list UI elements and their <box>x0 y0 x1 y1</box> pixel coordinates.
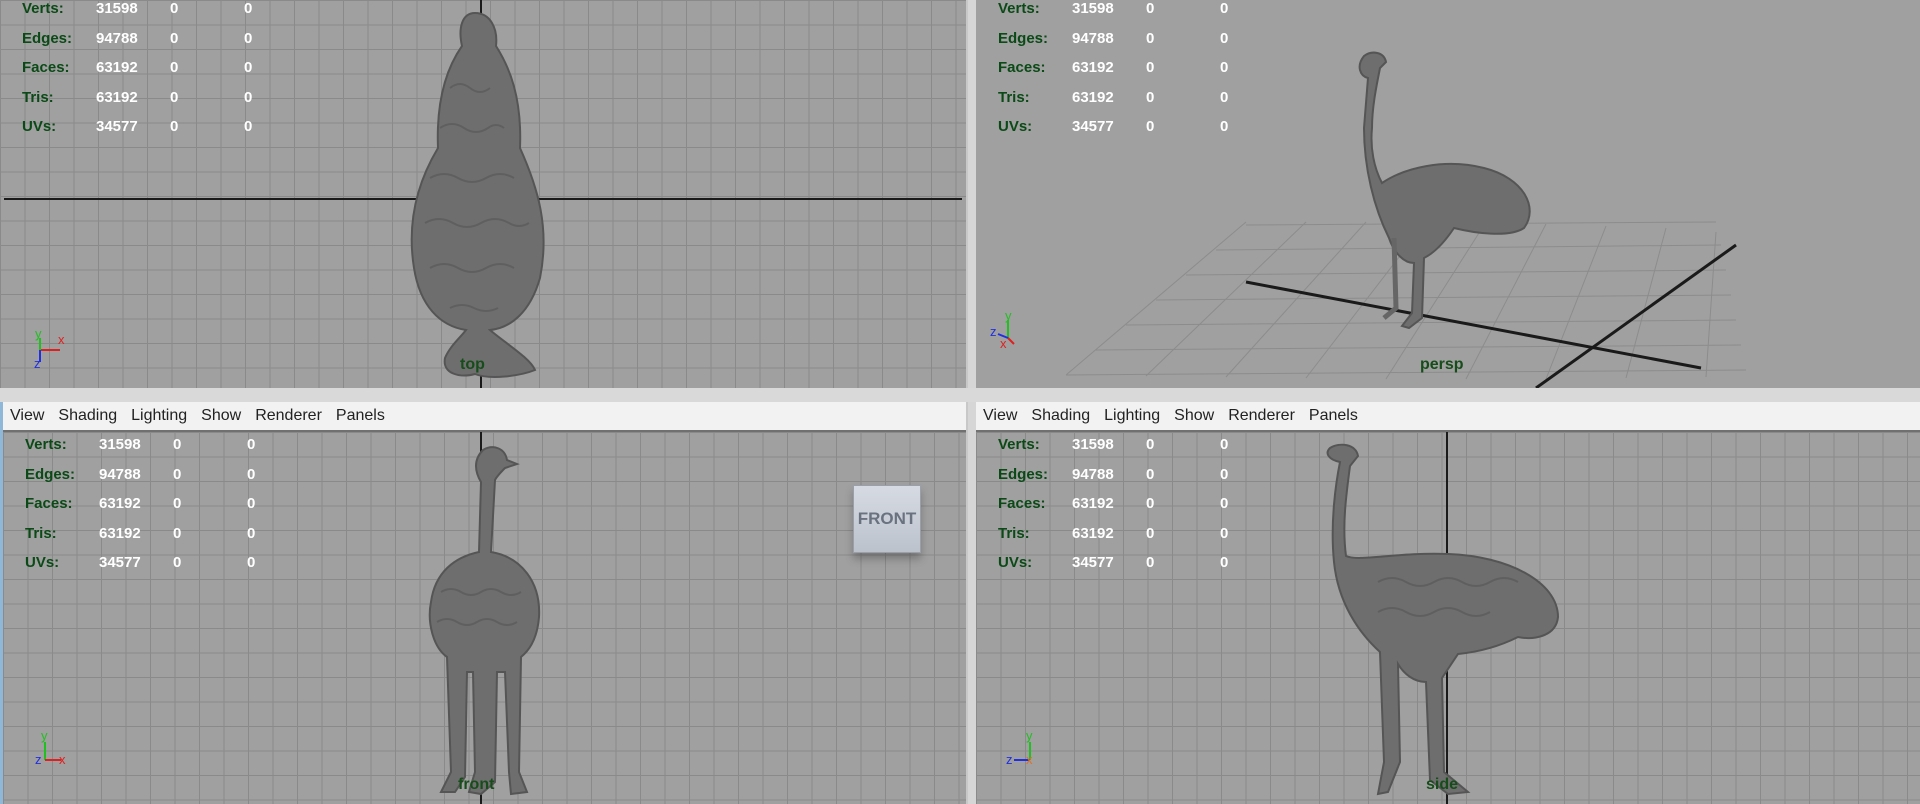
axis-y-label: y <box>35 328 42 341</box>
menu-renderer[interactable]: Renderer <box>1221 402 1302 431</box>
svg-text:z: z <box>990 324 997 339</box>
camera-label: front <box>458 776 495 793</box>
viewport-front[interactable]: View Shading Lighting Show Renderer Pane… <box>0 402 966 804</box>
menu-show[interactable]: Show <box>194 402 248 431</box>
svg-text:x: x <box>1026 752 1033 767</box>
panel-menu-bar: View Shading Lighting Show Renderer Pane… <box>976 402 1920 432</box>
panel-menu-bar: View Shading Lighting Show Renderer Pane… <box>3 402 966 432</box>
menu-panels[interactable]: Panels <box>1302 402 1365 431</box>
menu-lighting[interactable]: Lighting <box>1097 402 1167 431</box>
svg-text:z: z <box>1006 752 1013 767</box>
svg-text:y: y <box>41 728 48 743</box>
menu-shading[interactable]: Shading <box>51 402 124 431</box>
axis-indicator-top: y x z <box>34 328 65 371</box>
viewport-side[interactable]: View Shading Lighting Show Renderer Pane… <box>976 402 1920 804</box>
camera-label: top <box>460 356 485 373</box>
menu-view[interactable]: View <box>976 402 1024 431</box>
svg-text:x: x <box>59 752 66 767</box>
svg-text:x: x <box>1000 336 1007 351</box>
axis-indicator-persp: y z x <box>990 308 1015 351</box>
viewport-divider-horizontal[interactable] <box>0 388 1920 402</box>
viewport-persp[interactable]: y z x persp Verts: 31598 0 0 Edges: 94788 0 0 … <box>976 0 1920 388</box>
axis-x-label: x <box>58 332 65 347</box>
menu-show[interactable]: Show <box>1167 402 1221 431</box>
svg-text:y: y <box>1026 728 1033 743</box>
axis-z-label: z <box>34 356 41 371</box>
menu-renderer[interactable]: Renderer <box>248 402 329 431</box>
menu-view[interactable]: View <box>3 402 51 431</box>
ostrich-model-persp[interactable] <box>1324 48 1544 338</box>
svg-text:y: y <box>1005 308 1012 323</box>
ostrich-model-front[interactable] <box>411 442 561 802</box>
viewport-divider-vertical[interactable] <box>968 0 976 804</box>
menu-panels[interactable]: Panels <box>329 402 392 431</box>
viewport-top[interactable]: y x z top Verts: 31598 0 0 Edges: 94788 0 0 Fa… <box>0 0 966 388</box>
menu-shading[interactable]: Shading <box>1024 402 1097 431</box>
ostrich-model-side[interactable] <box>1318 442 1578 804</box>
ostrich-model-top[interactable] <box>380 8 580 380</box>
camera-label: persp <box>1420 356 1464 373</box>
viewcube[interactable]: FRONT <box>853 485 921 553</box>
axis-indicator-front: y z x <box>35 728 66 767</box>
axis-indicator-side: y z x <box>1006 728 1033 767</box>
menu-lighting[interactable]: Lighting <box>124 402 194 431</box>
svg-text:z: z <box>35 752 42 767</box>
camera-label: side <box>1426 776 1459 793</box>
